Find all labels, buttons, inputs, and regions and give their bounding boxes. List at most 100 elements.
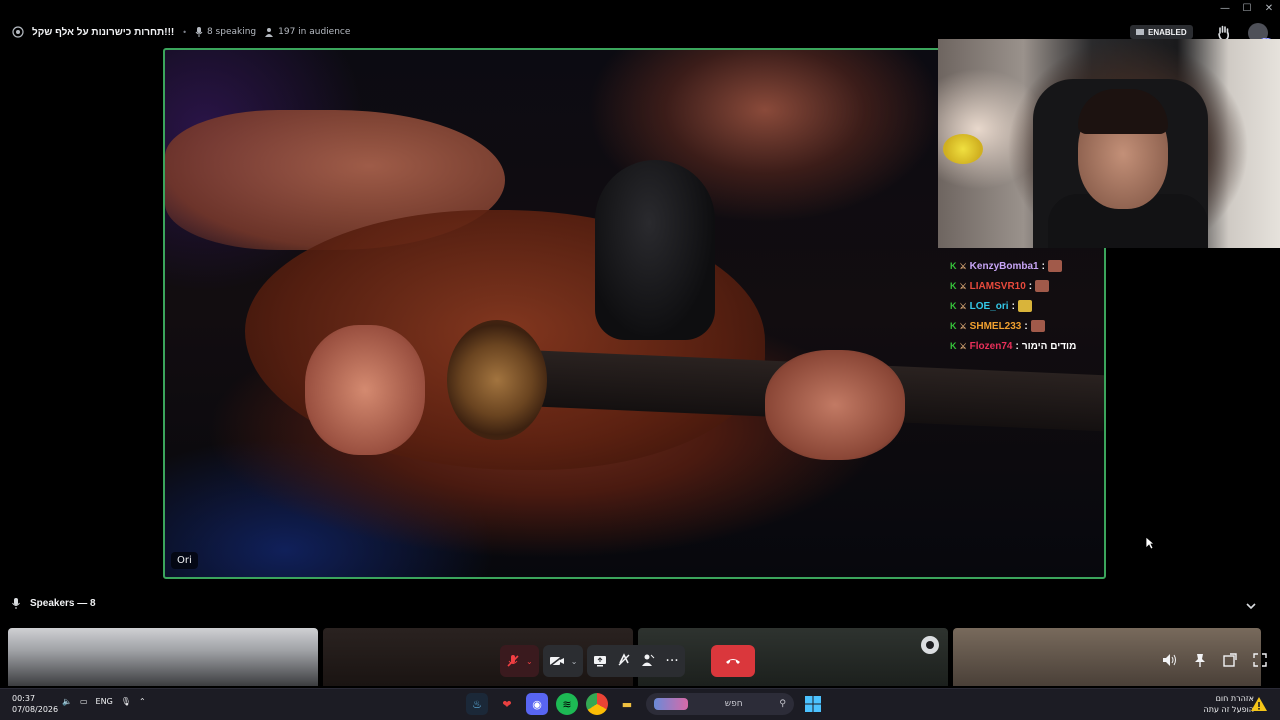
- system-tray: 🔈 ▭ ENG 🎙 ⌃: [62, 697, 146, 706]
- video-soundhole: [447, 320, 547, 440]
- chat-user: SHMEL233: [969, 320, 1022, 332]
- windows-taskbar: 00:37 07/08/2026 🔈 ▭ ENG 🎙 ⌃ ♨ ❤ ◉ ≋ ▬ ח…: [0, 688, 1280, 720]
- webcam-overlay: [938, 39, 1280, 248]
- chrome-icon[interactable]: [586, 693, 608, 715]
- warning-icon[interactable]: [1250, 695, 1268, 713]
- speaker-tile[interactable]: [8, 628, 318, 686]
- speakers-section-header[interactable]: Speakers — 8: [12, 596, 96, 610]
- language-indicator[interactable]: ENG: [96, 697, 113, 706]
- search-icon: ⚲: [779, 699, 786, 709]
- stage-right-controls: [1160, 650, 1270, 670]
- more-options-icon[interactable]: ···: [665, 654, 678, 668]
- close-button[interactable]: ✕: [1258, 0, 1280, 16]
- emote-icon: [1017, 300, 1032, 312]
- mouse-cursor-icon: [1145, 535, 1156, 554]
- video-microphone: [595, 160, 715, 340]
- activity-off-icon[interactable]: [617, 652, 631, 671]
- sword-icon: ⚔: [959, 261, 967, 271]
- channel-name: תחרות כישרונות על אלף שקל!!!: [32, 26, 175, 38]
- mute-button[interactable]: ⌄: [500, 645, 539, 677]
- stage-channel-icon: [12, 26, 24, 38]
- search-placeholder: חפש: [724, 699, 743, 709]
- network-icon[interactable]: ▭: [80, 697, 88, 706]
- stream-chat-overlay: K ⚔ KenzyBomba1 : K ⚔ LIAMSVR10 : K ⚔ LO…: [950, 256, 1110, 356]
- file-explorer-icon[interactable]: ▬: [616, 693, 638, 715]
- microphone-icon: [195, 27, 203, 37]
- media-app-icon[interactable]: ❤: [496, 693, 518, 715]
- emote-icon: [1047, 260, 1062, 272]
- weather-subtitle: הופעל זה עתה: [1203, 705, 1254, 714]
- speaking-count-label: 8 speaking: [206, 27, 257, 37]
- chat-user: KenzyBomba1: [969, 260, 1039, 272]
- chat-user: LOE_ori: [969, 300, 1009, 312]
- emote-icon: [1035, 280, 1050, 292]
- hang-up-icon: [725, 659, 740, 664]
- chevron-up-icon[interactable]: ⌃: [139, 697, 146, 706]
- audience-count: 197 in audience: [264, 27, 350, 37]
- audience-count-label: 197 in audience: [278, 27, 351, 37]
- windows-start-icon[interactable]: [802, 693, 824, 715]
- speaker-icon[interactable]: 🔈: [62, 697, 72, 706]
- weather-title: אזהרת חום: [1215, 694, 1254, 703]
- spotify-icon[interactable]: ≋: [556, 693, 578, 715]
- kick-icon: K: [950, 261, 957, 271]
- search-highlight-icon: [654, 698, 688, 710]
- discord-stage-window: — ☐ ✕ תחרות כישרונות על אלף שקל!!! • 8 s…: [0, 0, 1280, 720]
- discord-icon[interactable]: ◉: [526, 693, 548, 715]
- sword-icon: ⚔: [959, 341, 967, 351]
- emote-icon: [1030, 320, 1045, 332]
- maximize-button[interactable]: ☐: [1236, 0, 1258, 16]
- kick-icon: K: [950, 281, 957, 291]
- chat-colon: :: [1011, 300, 1015, 312]
- chevron-down-icon[interactable]: ⌄: [526, 657, 533, 666]
- window-controls: — ☐ ✕: [1214, 0, 1280, 16]
- steam-icon[interactable]: ♨: [466, 693, 488, 715]
- taskbar-clock[interactable]: 00:37 07/08/2026: [12, 693, 58, 715]
- sword-icon: ⚔: [959, 321, 967, 331]
- chat-message: K ⚔ LOE_ori :: [950, 296, 1110, 316]
- webcam-toy: [943, 134, 983, 164]
- chat-colon: :: [1024, 320, 1028, 332]
- taskbar-apps: ♨ ❤ ◉ ≋ ▬ חפש ⚲: [466, 693, 824, 715]
- chat-colon: :: [1028, 280, 1033, 292]
- moderator-badge-icon: [921, 636, 939, 654]
- chat-message: K ⚔ LIAMSVR10 :: [950, 276, 1110, 296]
- sword-icon: ⚔: [959, 301, 967, 311]
- pin-icon[interactable]: [1190, 650, 1210, 670]
- separator-dot: •: [182, 27, 187, 37]
- kick-icon: K: [950, 301, 957, 311]
- chevron-down-icon[interactable]: ⌄: [571, 657, 578, 666]
- share-screen-icon[interactable]: [593, 652, 607, 671]
- audience-icon: [265, 28, 274, 37]
- chat-message: K ⚔ KenzyBomba1 :: [950, 256, 1110, 276]
- clock-time: 00:37: [12, 694, 36, 703]
- chat-colon: :: [1015, 340, 1019, 352]
- enabled-badge-label: ENABLED: [1148, 27, 1187, 37]
- kick-icon: K: [950, 321, 957, 331]
- soundboard-icon[interactable]: [641, 652, 655, 671]
- camera-off-icon: [549, 655, 564, 667]
- sword-icon: ⚔: [959, 281, 967, 291]
- chat-text: מודים הימור: [1021, 340, 1077, 352]
- chat-message: K ⚔ SHMEL233 :: [950, 316, 1110, 336]
- shield-icon: [1136, 29, 1144, 35]
- camera-button[interactable]: ⌄: [542, 645, 584, 677]
- call-controls: ⌄ ⌄ ···: [500, 645, 755, 677]
- pop-out-icon[interactable]: [1220, 650, 1240, 670]
- microphone-icon[interactable]: 🎙: [121, 697, 131, 706]
- clock-date: 07/08/2026: [12, 705, 59, 714]
- minimize-button[interactable]: —: [1214, 0, 1236, 16]
- taskbar-search[interactable]: חפש ⚲: [646, 693, 794, 715]
- volume-icon[interactable]: [1160, 650, 1180, 670]
- stream-name-tag: Ori: [171, 552, 198, 569]
- speaking-count: 8 speaking: [195, 27, 256, 37]
- chevron-down-icon[interactable]: [1245, 597, 1257, 610]
- leave-call-button[interactable]: [710, 645, 755, 677]
- speakers-label: Speakers — 8: [30, 597, 96, 609]
- fullscreen-icon[interactable]: [1250, 650, 1270, 670]
- microphone-muted-icon: [507, 655, 519, 667]
- enabled-badge[interactable]: ENABLED: [1130, 25, 1193, 39]
- weather-widget[interactable]: אזהרת חום הופעל זה עתה: [1196, 693, 1254, 715]
- chat-user: LIAMSVR10: [969, 280, 1026, 292]
- stage-header: תחרות כישרונות על אלף שקל!!! • 8 speakin…: [12, 22, 350, 42]
